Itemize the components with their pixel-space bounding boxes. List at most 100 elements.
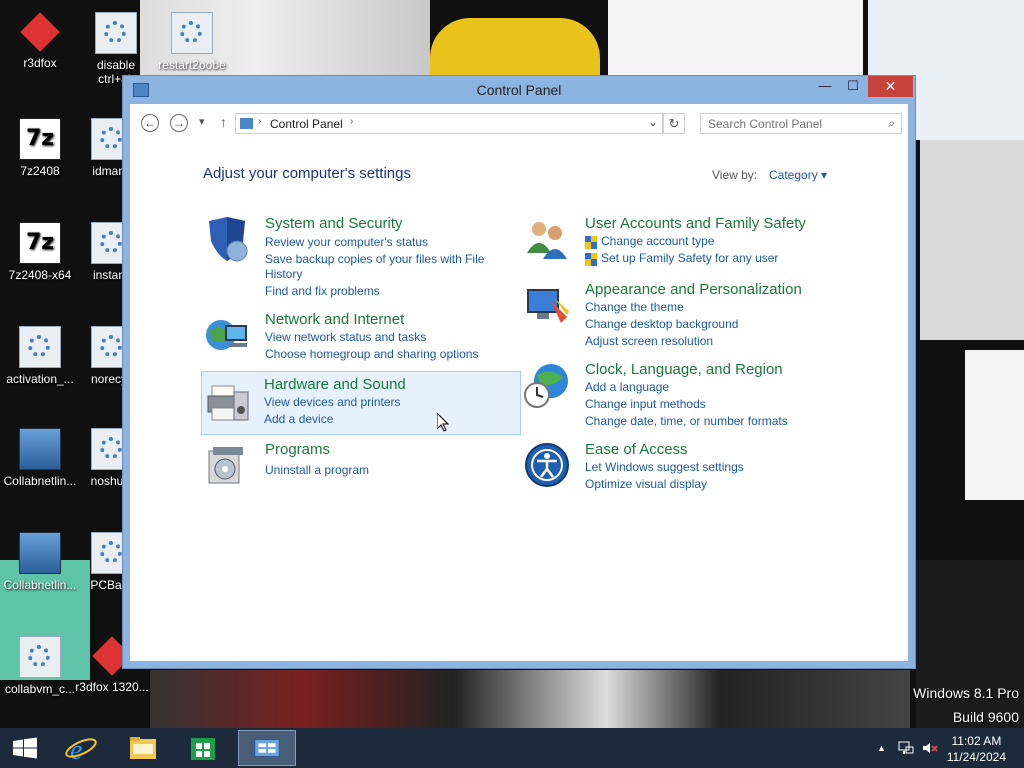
uac-shield-icon — [585, 253, 597, 266]
add-a-language-link[interactable]: Add a language — [585, 380, 669, 394]
set-up-family-safety-link[interactable]: Set up Family Safety for any user — [601, 251, 778, 265]
breadcrumb-chevron-icon[interactable]: › — [350, 116, 353, 127]
appearance-link[interactable]: Appearance and Personalization — [585, 281, 802, 298]
control-panel-taskbar-button[interactable] — [238, 730, 296, 766]
ease-of-access-icon[interactable] — [523, 441, 571, 489]
printer-icon[interactable] — [204, 378, 252, 426]
user-accounts-link[interactable]: User Accounts and Family Safety — [585, 215, 806, 232]
clock-globe-icon[interactable] — [523, 361, 571, 409]
let-windows-suggest-settings-link[interactable]: Let Windows suggest settings — [585, 460, 744, 474]
optimize-visual-display-link[interactable]: Optimize visual display — [585, 477, 707, 491]
shield-icon[interactable] — [203, 215, 251, 263]
category-system-and-security: System and Security Review your computer… — [203, 215, 503, 305]
breadcrumb-control-panel[interactable]: Control Panel — [270, 117, 343, 131]
network-and-internet-link[interactable]: Network and Internet — [265, 311, 404, 328]
volume-muted-tray-icon[interactable] — [922, 741, 938, 755]
wallpaper-cartoon-strip — [608, 0, 863, 78]
desktop-icon-collabnetlin-1[interactable]: Collabnetlin... — [0, 428, 80, 488]
breadcrumb-separator-icon[interactable]: › — [258, 116, 261, 127]
show-hidden-icons-button[interactable]: ▲ — [877, 743, 886, 753]
view-devices-and-printers-link[interactable]: View devices and printers — [264, 395, 401, 409]
desktop-icon-restart2oobe[interactable]: restart2oobe — [152, 12, 232, 72]
address-bar[interactable]: › Control Panel › ⌄ — [235, 113, 663, 134]
ease-of-access-link[interactable]: Ease of Access — [585, 441, 688, 458]
up-button[interactable]: ↑ — [220, 114, 227, 130]
save-backup-copies-link-line2[interactable]: History — [265, 267, 302, 281]
view-by-dropdown[interactable]: Category ▾ — [769, 168, 827, 182]
desktop-icon-collabvm[interactable]: collabvm_c... — [0, 636, 80, 696]
window-title: Control Panel — [476, 82, 562, 98]
uninstall-a-program-link[interactable]: Uninstall a program — [265, 463, 369, 477]
change-desktop-background-link[interactable]: Change desktop background — [585, 317, 738, 331]
page-heading: Adjust your computer's settings — [203, 165, 411, 182]
view-network-status-link[interactable]: View network status and tasks — [265, 330, 426, 344]
minimize-button[interactable]: — — [811, 76, 839, 97]
internet-explorer-icon[interactable]: e — [56, 730, 106, 766]
save-backup-copies-link[interactable]: Save backup copies of your files with Fi… — [265, 252, 484, 266]
7zip-icon: 7z — [19, 222, 61, 264]
change-account-type-link[interactable]: Change account type — [601, 234, 714, 248]
users-icon[interactable] — [523, 215, 571, 263]
category-hardware-and-sound[interactable]: Hardware and Sound View devices and prin… — [201, 371, 521, 435]
desktop-icon-7z2408-x64[interactable]: 7z 7z2408-x64 — [0, 222, 80, 282]
refresh-button[interactable]: ↻ — [663, 113, 685, 134]
hardware-and-sound-link[interactable]: Hardware and Sound — [264, 376, 406, 393]
address-dropdown-icon[interactable]: ⌄ — [648, 115, 658, 129]
add-a-device-link[interactable]: Add a device — [264, 412, 333, 426]
windows-build-watermark: Build 9600 — [952, 709, 1019, 725]
search-icon[interactable]: ⌕ — [888, 116, 895, 131]
find-and-fix-problems-link[interactable]: Find and fix problems — [265, 284, 380, 298]
windows-edition-watermark: Windows 8.1 Pro — [913, 685, 1019, 701]
system-clock[interactable]: 11:02 AM 11/24/2024 — [947, 733, 1006, 765]
programs-link[interactable]: Programs — [265, 441, 330, 458]
forward-button[interactable]: → — [170, 114, 188, 132]
category-programs: Programs Uninstall a program — [203, 441, 503, 491]
wallpaper-right-screens — [920, 140, 1024, 340]
review-computer-status-link[interactable]: Review your computer's status — [265, 235, 428, 249]
search-box[interactable]: ⌕ — [700, 113, 902, 134]
desktop-icon-activation[interactable]: activation_... — [0, 326, 80, 386]
settings-script-icon — [95, 12, 137, 54]
desktop-icon-collabnetlin-2[interactable]: Collabnetlin... — [0, 532, 80, 592]
appearance-icon[interactable] — [523, 281, 571, 329]
navigation-bar: ← → ▾ ↑ › Control Panel › ⌄ ↻ ⌕ — [130, 104, 908, 144]
change-date-time-formats-link[interactable]: Change date, time, or number formats — [585, 414, 788, 428]
file-explorer-icon[interactable] — [118, 730, 168, 766]
title-bar[interactable]: Control Panel — ☐ ✕ — [123, 76, 915, 104]
programs-icon[interactable] — [203, 441, 251, 489]
wallpaper-right-dark — [916, 560, 1024, 728]
clock-date: 11/24/2024 — [946, 750, 1006, 764]
start-button-windows-icon[interactable] — [0, 730, 50, 766]
computer-icon — [19, 428, 61, 470]
back-button[interactable]: ← — [141, 114, 159, 132]
choose-homegroup-link[interactable]: Choose homegroup and sharing options — [265, 347, 478, 361]
category-user-accounts: User Accounts and Family Safety Change a… — [523, 215, 823, 270]
category-ease-of-access: Ease of Access Let Windows suggest setti… — [523, 441, 823, 491]
clock-language-region-link[interactable]: Clock, Language, and Region — [585, 361, 783, 378]
store-icon[interactable] — [178, 730, 228, 766]
desktop-icon-r3dfox[interactable]: r3dfox — [0, 12, 80, 70]
window-client-area: ← → ▾ ↑ › Control Panel › ⌄ ↻ ⌕ Adjust y… — [130, 104, 908, 661]
settings-script-icon — [19, 326, 61, 368]
r3dfox-icon — [20, 12, 60, 52]
search-input[interactable] — [701, 114, 885, 133]
category-network-and-internet: Network and Internet View network status… — [203, 311, 503, 366]
adjust-screen-resolution-link[interactable]: Adjust screen resolution — [585, 334, 713, 348]
close-button[interactable]: ✕ — [868, 76, 913, 97]
certificate-icon — [19, 636, 61, 678]
control-panel-window[interactable]: Control Panel — ☐ ✕ ← → ▾ ↑ › Control Pa… — [122, 75, 916, 669]
system-and-security-link[interactable]: System and Security — [265, 215, 403, 232]
control-panel-icon — [240, 118, 253, 129]
view-by-label: View by: — [712, 168, 758, 182]
7zip-icon: 7z — [19, 118, 61, 160]
recent-locations-button[interactable]: ▾ — [199, 115, 205, 128]
desktop-icon-7z2408[interactable]: 7z 7z2408 — [0, 118, 80, 178]
category-clock-language-region: Clock, Language, and Region Add a langua… — [523, 361, 843, 429]
change-the-theme-link[interactable]: Change the theme — [585, 300, 684, 314]
uac-shield-icon — [585, 236, 597, 249]
change-input-methods-link[interactable]: Change input methods — [585, 397, 706, 411]
maximize-button[interactable]: ☐ — [839, 76, 867, 97]
computer-icon — [19, 532, 61, 574]
network-tray-icon[interactable] — [898, 741, 914, 755]
network-icon[interactable] — [203, 311, 251, 359]
